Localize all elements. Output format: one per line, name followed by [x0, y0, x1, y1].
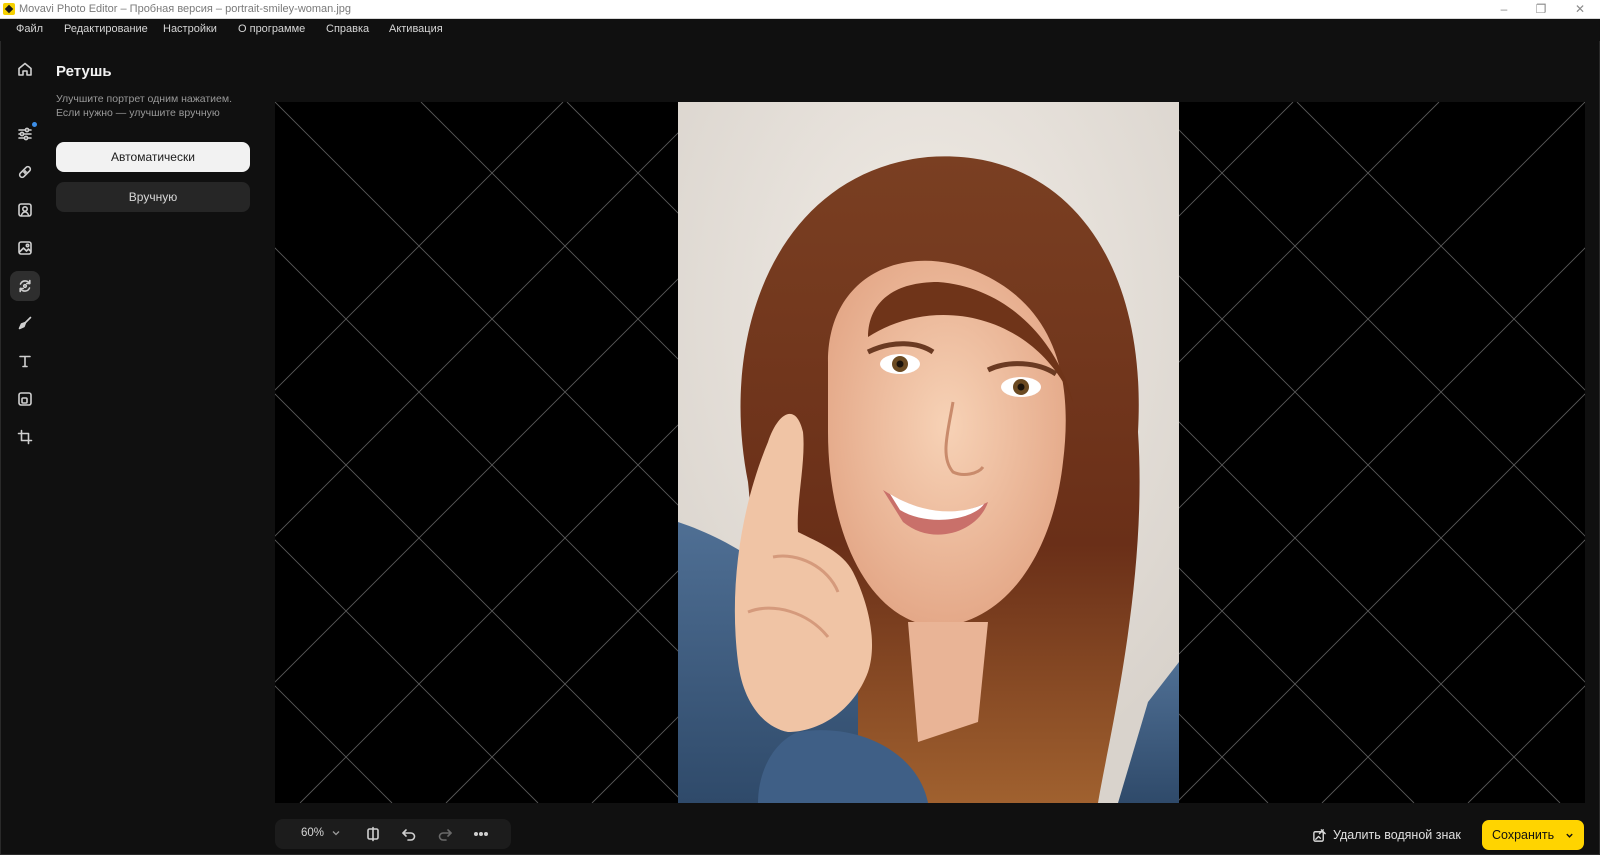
- tool-adjust[interactable]: [10, 119, 40, 149]
- description-line-1: Улучшите портрет одним нажатием.: [56, 93, 233, 105]
- title-bar: Movavi Photo Editor – Пробная версия – p…: [0, 0, 1600, 19]
- menu-settings[interactable]: Настройки: [163, 23, 217, 35]
- tool-brush[interactable]: [10, 308, 40, 338]
- menu-bar: Файл Редактирование Настройки О программ…: [0, 19, 1600, 41]
- undo-button[interactable]: [401, 826, 417, 842]
- crop-icon: [17, 429, 33, 445]
- description-line-2: Если нужно — улучшите вручную: [56, 107, 220, 119]
- frame-icon: [18, 392, 32, 406]
- redo-button[interactable]: [437, 826, 453, 842]
- more-button[interactable]: [473, 826, 489, 842]
- brush-icon: [18, 316, 32, 330]
- tool-retouch[interactable]: [10, 271, 40, 301]
- view-toolbar: 60%: [275, 819, 511, 849]
- tool-home[interactable]: [10, 54, 40, 84]
- zoom-level[interactable]: 60%: [301, 827, 324, 839]
- tool-crop[interactable]: [10, 422, 40, 452]
- retouch-panel: Ретушь Улучшите портрет одним нажатием. …: [56, 41, 256, 855]
- remove-watermark-label: Удалить водяной знак: [1333, 828, 1461, 842]
- menu-file[interactable]: Файл: [16, 23, 43, 35]
- minimize-button[interactable]: –: [1486, 0, 1522, 19]
- bandage-icon: [18, 165, 32, 179]
- tool-rail: [0, 41, 50, 855]
- notification-badge: [32, 122, 37, 127]
- menu-help[interactable]: Справка: [326, 23, 369, 35]
- save-label: Сохранить: [1492, 828, 1555, 842]
- tool-heal[interactable]: [10, 157, 40, 187]
- home-icon: [18, 62, 32, 76]
- auto-retouch-button[interactable]: Автоматически: [56, 142, 250, 172]
- manual-retouch-button[interactable]: Вручную: [56, 182, 250, 212]
- retouch-icon: [19, 279, 31, 293]
- text-icon: [19, 355, 31, 368]
- menu-about[interactable]: О программе: [238, 23, 305, 35]
- tool-portrait[interactable]: [10, 195, 40, 225]
- undo-icon: [402, 829, 416, 841]
- chevron-down-icon[interactable]: [331, 828, 341, 838]
- redo-icon: [438, 829, 452, 841]
- window-title: Movavi Photo Editor – Пробная версия – p…: [19, 3, 352, 15]
- portrait-icon: [18, 203, 32, 217]
- compare-icon: [367, 826, 379, 842]
- save-button[interactable]: Сохранить: [1482, 820, 1584, 850]
- tool-text[interactable]: [10, 346, 40, 376]
- menu-activation[interactable]: Активация: [389, 23, 443, 35]
- close-button[interactable]: ✕: [1562, 0, 1598, 19]
- image-canvas[interactable]: [275, 102, 1585, 803]
- remove-watermark-icon: [1313, 828, 1326, 842]
- compare-button[interactable]: [365, 826, 381, 842]
- tool-enhance[interactable]: [10, 233, 40, 263]
- portrait-photo: [678, 102, 1179, 803]
- portrait-image: [678, 102, 1179, 803]
- restore-button[interactable]: ❐: [1523, 0, 1559, 19]
- movavi-logo-icon: [3, 3, 15, 15]
- panel-title: Ретушь: [56, 63, 112, 80]
- adjust-sliders-icon: [18, 127, 32, 141]
- image-enhance-icon: [18, 241, 32, 255]
- chevron-down-icon[interactable]: [1565, 831, 1574, 840]
- menu-edit[interactable]: Редактирование: [64, 23, 148, 35]
- tool-frame[interactable]: [10, 384, 40, 414]
- remove-watermark-button[interactable]: Удалить водяной знак: [1312, 826, 1461, 844]
- more-icon: [473, 832, 489, 837]
- panel-description: Улучшите портрет одним нажатием. Если ну…: [56, 92, 256, 120]
